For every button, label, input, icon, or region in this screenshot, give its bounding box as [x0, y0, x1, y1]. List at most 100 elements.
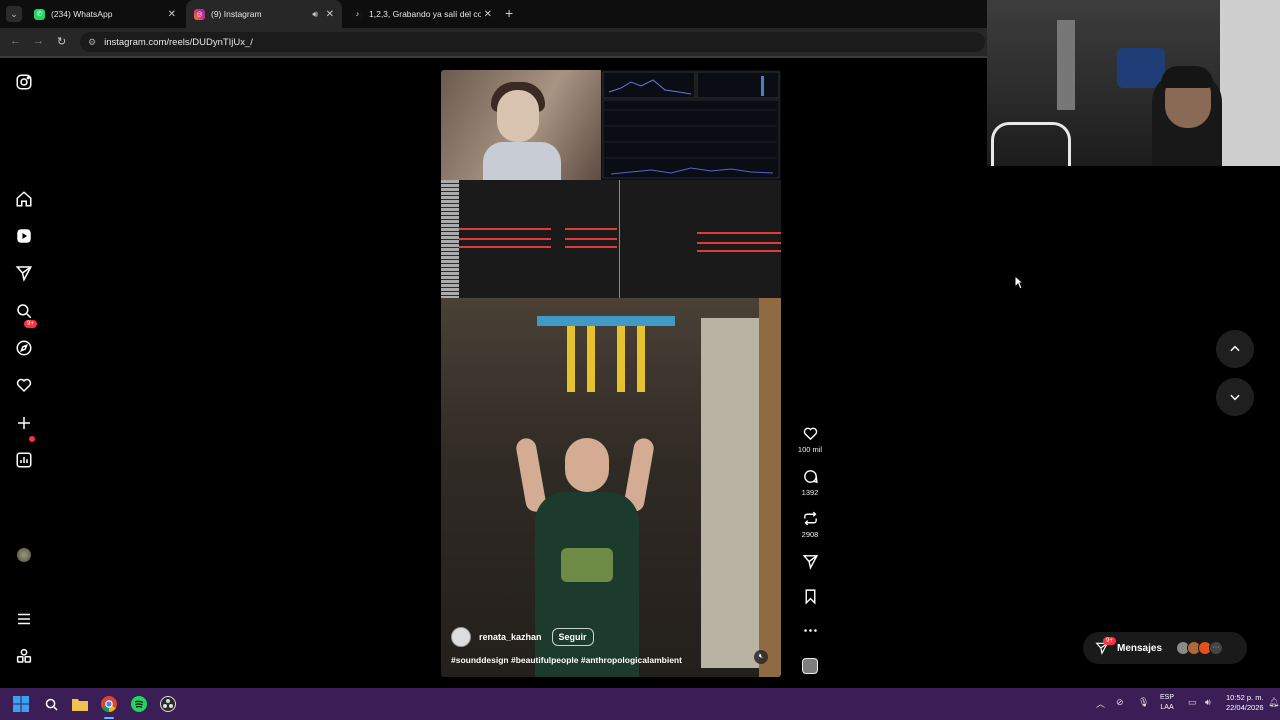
- webcam-wall: [1220, 0, 1280, 166]
- audio-thumbnail[interactable]: [802, 658, 818, 674]
- dashboard-icon[interactable]: [14, 450, 34, 470]
- comments-count: 1392: [801, 488, 819, 497]
- reel-piano-roll: [441, 180, 781, 298]
- midi-note: [697, 232, 781, 234]
- speaker-icon[interactable]: 🔊︎: [312, 9, 318, 20]
- profile-avatar[interactable]: [17, 548, 31, 562]
- mute-icon[interactable]: 🔇︎: [754, 650, 768, 664]
- notifications-icon[interactable]: [14, 375, 34, 395]
- webcam-overlay: [987, 0, 1280, 166]
- back-icon[interactable]: ←: [10, 35, 21, 47]
- comment-icon[interactable]: [802, 468, 819, 485]
- follow-button[interactable]: Seguir: [551, 628, 594, 646]
- more-options-icon[interactable]: [802, 622, 819, 639]
- webcam-person-hair: [1161, 66, 1213, 88]
- tab-instagram[interactable]: ◎ (9) Instagram 🔊︎ ✕: [186, 0, 342, 28]
- messages-icon[interactable]: [14, 263, 34, 283]
- share-icon[interactable]: [802, 553, 819, 570]
- windows-logo: [13, 696, 29, 712]
- tab-search-menu-icon[interactable]: ⌄: [6, 6, 22, 22]
- windows-start-icon[interactable]: [13, 696, 29, 712]
- tiktok-icon: ♪: [352, 8, 363, 20]
- recent-chat-avatars: ···: [1176, 641, 1223, 655]
- obs-icon[interactable]: [160, 696, 176, 712]
- taskbar-clock[interactable]: 10:52 p. m. 22/04/2026: [1226, 693, 1264, 713]
- woman-body: [483, 142, 561, 180]
- tab-whatsapp[interactable]: ✆ (234) WhatsApp ✕: [26, 0, 184, 28]
- home-icon[interactable]: [14, 189, 34, 209]
- chevron-down-icon: [1230, 394, 1240, 401]
- heart-icon[interactable]: [802, 425, 819, 442]
- tab-tiktok[interactable]: ♪ 1,2,3, Grabando ya salí del cole ✕: [344, 0, 500, 28]
- taskbar-search-icon[interactable]: [43, 696, 59, 712]
- mouse-cursor-icon: [1014, 275, 1024, 290]
- clock-time: 10:52 p. m.: [1226, 693, 1264, 702]
- comment-action[interactable]: 1392: [795, 468, 825, 497]
- site-info-icon[interactable]: ⚙︎: [88, 37, 96, 48]
- tray-camera-off-icon[interactable]: ⊘: [1116, 697, 1124, 708]
- reload-icon[interactable]: ↻: [57, 35, 66, 48]
- tray-network-icon[interactable]: ▭: [1188, 697, 1197, 708]
- like-action[interactable]: 100 mil: [795, 425, 825, 454]
- notification-center-icon[interactable]: 🔔︎: [1268, 697, 1279, 708]
- midi-note: [697, 250, 781, 252]
- shirt-print: [561, 548, 613, 582]
- lang-layout: LAA: [1160, 704, 1174, 711]
- whatsapp-icon: ✆: [34, 8, 45, 20]
- input-language[interactable]: ESP LAA: [1160, 693, 1174, 713]
- explore-icon[interactable]: [14, 338, 34, 358]
- chime-tube: [617, 326, 625, 392]
- reels-icon[interactable]: [14, 226, 34, 246]
- midi-note: [459, 228, 551, 230]
- bookmark-icon[interactable]: [802, 588, 819, 605]
- tray-volume-icon[interactable]: 🔊︎: [1205, 697, 1211, 708]
- repost-icon[interactable]: [802, 510, 819, 527]
- new-tab-icon[interactable]: +: [505, 5, 513, 21]
- tray-overflow-icon[interactable]: ︿: [1096, 697, 1105, 710]
- address-bar[interactable]: ⚙︎ instagram.com/reels/DUDynTIjUx_/: [80, 32, 985, 52]
- repost-action[interactable]: 2908: [795, 510, 825, 539]
- reel-spectrum-panel: [601, 70, 781, 180]
- search-icon[interactable]: [14, 301, 34, 321]
- more-menu-icon[interactable]: [14, 609, 34, 629]
- midi-note: [565, 228, 617, 230]
- author-avatar[interactable]: [451, 627, 471, 647]
- spotify-icon[interactable]: [131, 696, 147, 712]
- more-chats-icon: ···: [1209, 641, 1223, 655]
- forward-icon[interactable]: →: [33, 35, 44, 47]
- share-action[interactable]: [795, 553, 825, 570]
- messages-button[interactable]: 9+ Mensajes ···: [1083, 632, 1247, 664]
- man-head: [565, 438, 609, 492]
- instagram-sidebar: 9+: [0, 58, 48, 688]
- close-tab-icon[interactable]: ✕: [484, 9, 492, 20]
- footage-doorframe: [759, 298, 781, 677]
- chime-bar: [537, 316, 675, 326]
- more-options-action[interactable]: [795, 622, 825, 639]
- midi-note: [565, 238, 617, 240]
- close-tab-icon[interactable]: ✕: [168, 9, 176, 20]
- reel-author: renata_kazhan Seguir: [451, 627, 594, 647]
- next-reel-button[interactable]: [1216, 378, 1254, 416]
- previous-reel-button[interactable]: [1216, 330, 1254, 368]
- reel-main-footage: [441, 298, 781, 677]
- author-username[interactable]: renata_kazhan: [479, 632, 542, 642]
- footage-door: [701, 318, 761, 668]
- create-icon[interactable]: [14, 413, 34, 433]
- tab-title: 1,2,3, Grabando ya salí del cole: [369, 9, 481, 19]
- file-explorer-icon[interactable]: [72, 696, 88, 712]
- spectrum-graph: [602, 71, 780, 179]
- close-tab-icon[interactable]: ✕: [326, 9, 334, 20]
- save-action[interactable]: [795, 588, 825, 605]
- also-from-meta-icon[interactable]: [14, 646, 34, 666]
- lang-code: ESP: [1160, 694, 1175, 701]
- chrome-icon[interactable]: [101, 696, 117, 712]
- reel-woman-panel: [441, 70, 601, 180]
- reel-caption[interactable]: #sounddesign #beautifulpeople #anthropol…: [451, 655, 682, 665]
- instagram-logo-icon[interactable]: [14, 72, 34, 92]
- messages-badge: 9+: [24, 320, 37, 328]
- tray-microphone-icon[interactable]: 🎙︎: [1138, 697, 1149, 708]
- messages-label: Mensajes: [1117, 642, 1163, 654]
- messages-pill-badge: 9+: [1103, 637, 1116, 645]
- reel-video[interactable]: renata_kazhan Seguir #sounddesign #beaut…: [441, 70, 781, 677]
- chime-tube: [567, 326, 575, 392]
